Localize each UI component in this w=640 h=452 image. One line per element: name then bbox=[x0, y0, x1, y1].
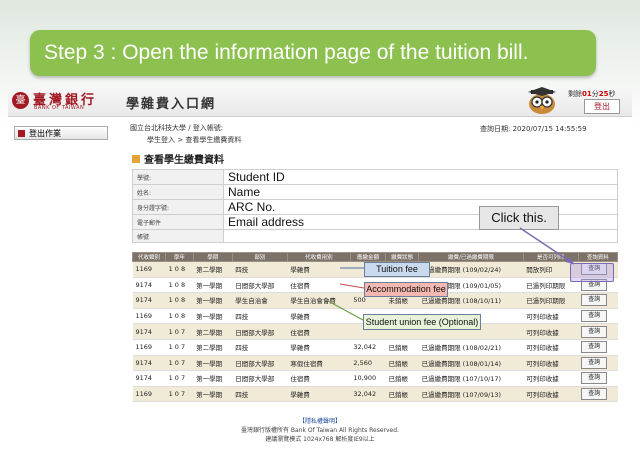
view-bill-highlight bbox=[570, 263, 614, 282]
site-footer: 【隱私權聲明】 臺灣銀行版權所有 Bank Of Taiwan All Righ… bbox=[8, 416, 632, 443]
step-banner: Step 3 : Open the information page of th… bbox=[30, 30, 596, 76]
privacy-link[interactable]: 【隱私權聲明】 bbox=[8, 416, 632, 425]
screenshot-frame: 臺 臺灣銀行 BANK OF TAIWAN 學雜費入口網 剩餘01分25秒 登出… bbox=[8, 86, 632, 448]
browser-note: 建議瀏覽模式 1024x768 解析度IE9以上 bbox=[265, 436, 375, 443]
callout-arrow bbox=[327, 227, 575, 321]
copyright-text: 臺灣銀行版權所有 Bank Of Taiwan All Rights Reser… bbox=[241, 427, 399, 434]
